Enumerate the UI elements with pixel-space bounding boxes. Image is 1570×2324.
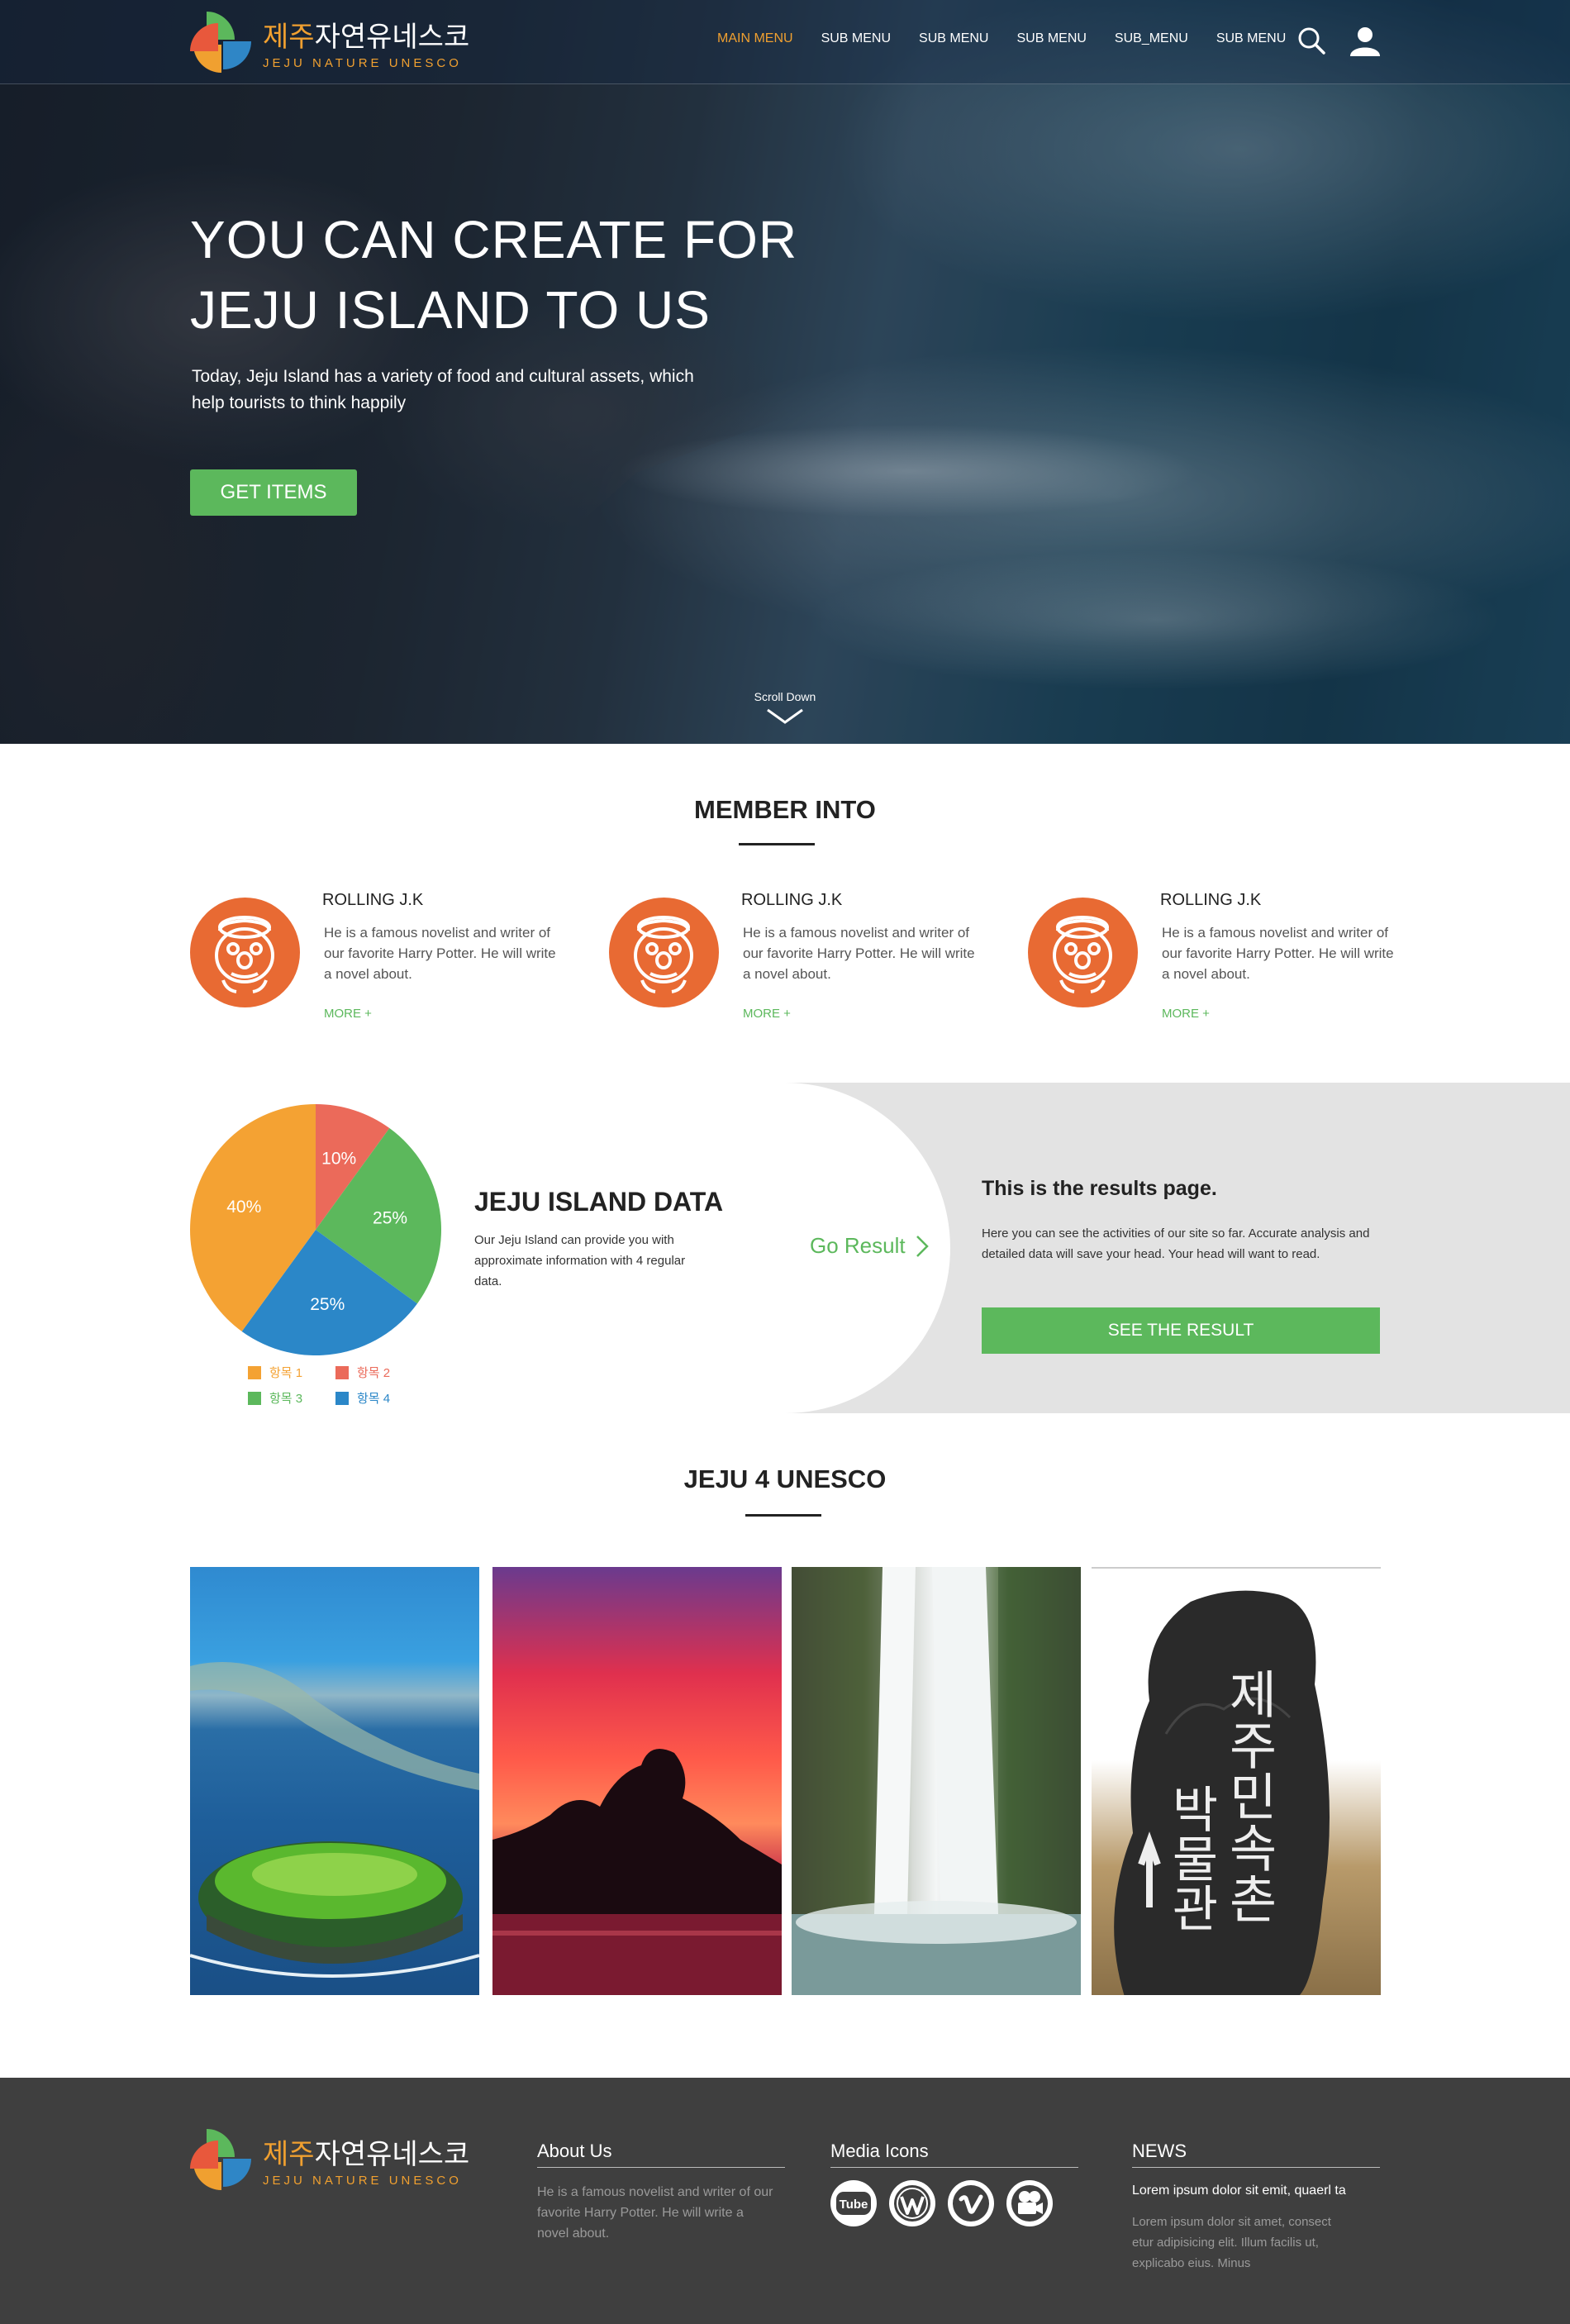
wordpress-icon[interactable]: [889, 2180, 935, 2226]
member-avatar: [609, 898, 719, 1007]
member-avatar: [1028, 898, 1138, 1007]
result-description: Here you can see the activities of our s…: [982, 1226, 1370, 1261]
scroll-down-label: Scroll Down: [754, 690, 816, 703]
legend-swatch: [335, 1391, 349, 1405]
footer-about-text: He is a famous novelist and writer of ou…: [537, 2185, 773, 2241]
member-description: He is a famous novelist and writer of ou…: [1162, 925, 1394, 982]
member-description: He is a famous novelist and writer of ou…: [324, 925, 556, 982]
nav-item-sub-menu-1[interactable]: SUB MENU: [821, 31, 891, 46]
nav-item-sub-menu-3[interactable]: SUB MENU: [1016, 31, 1086, 46]
chevron-right-icon: [916, 1235, 929, 1257]
data-description: Our Jeju Island can provide you with app…: [474, 1233, 686, 1288]
logo-pinwheel-icon: [190, 2129, 251, 2190]
legend-label: 항목 3: [269, 1392, 303, 1406]
stone-text-right: 제주민속촌: [1219, 1668, 1279, 1924]
member-description: He is a famous novelist and writer of ou…: [743, 925, 975, 982]
brand-name-ko: 제주자연유네스코: [263, 21, 470, 54]
gallery-image-folk-village-stone[interactable]: 제주민속촌 박물관: [1092, 1567, 1381, 1995]
member-name: ROLLING J.K: [1160, 891, 1262, 909]
scroll-down-indicator[interactable]: Scroll Down: [719, 690, 851, 725]
user-icon[interactable]: [1349, 25, 1382, 58]
member-name: ROLLING J.K: [322, 891, 424, 909]
members-section-title: MEMBER INTO: [694, 795, 876, 824]
media-icons: Tube: [830, 2180, 1053, 2226]
go-result-label: Go Result: [810, 1233, 906, 1258]
brand-logo[interactable]: 제주자연유네스코 JEJU NATURE UNESCO: [190, 12, 469, 73]
footer-brand-name-en: JEJU NATURE UNESCO: [263, 2174, 462, 2188]
member-avatar: [190, 898, 300, 1007]
member-card: ROLLING J.K He is a famous novelist and …: [1028, 891, 1408, 1023]
top-navbar: 제주자연유네스코 JEJU NATURE UNESCO MAIN MENU SU…: [0, 0, 1570, 84]
nav-item-sub-menu-4[interactable]: SUB_MENU: [1115, 31, 1188, 46]
legend-item-4: 항목 4: [335, 1389, 423, 1407]
unesco-section-title: JEJU 4 UNESCO: [683, 1464, 887, 1493]
pie-label-2: 10%: [321, 1149, 356, 1168]
gallery-image-sunset[interactable]: [492, 1567, 782, 1995]
logo-pinwheel-icon: [190, 12, 251, 73]
pie-label-4: 25%: [310, 1295, 345, 1314]
pie-label-1: 40%: [226, 1198, 261, 1217]
legend-label: 항목 2: [357, 1366, 391, 1380]
legend-item-2: 항목 2: [335, 1364, 423, 1381]
legend-item-3: 항목 3: [248, 1389, 335, 1407]
footer-news-title: NEWS: [1132, 2141, 1187, 2161]
result-title: This is the results page.: [982, 1177, 1217, 1200]
youtube-icon[interactable]: Tube: [830, 2180, 877, 2226]
get-items-button[interactable]: GET ITEMS: [190, 469, 357, 516]
legend-swatch: [248, 1391, 261, 1405]
member-card: ROLLING J.K He is a famous novelist and …: [190, 891, 570, 1023]
member-more-link[interactable]: MORE +: [1162, 1007, 1210, 1021]
pie-label-3: 25%: [373, 1209, 407, 1228]
member-card: ROLLING J.K He is a famous novelist and …: [609, 891, 989, 1023]
news-headline[interactable]: Lorem ipsum dolor sit emit, quaerl ta: [1132, 2184, 1346, 2198]
legend-item-1: 항목 1: [248, 1364, 335, 1381]
gallery-image-waterfall[interactable]: [792, 1567, 1081, 1995]
dol-hareubang-icon: [634, 916, 693, 993]
see-the-result-button[interactable]: SEE THE RESULT: [982, 1307, 1380, 1354]
youtube-icon-label: Tube: [840, 2198, 868, 2212]
gallery-image-seongsan[interactable]: [190, 1567, 479, 1995]
footer: [0, 2078, 1570, 2324]
news-text: Lorem ipsum dolor sit amet, consect etur…: [1132, 2215, 1331, 2270]
footer-brand-name-ko: 제주자연유네스코: [263, 2138, 470, 2171]
unesco-title-rule: [745, 1514, 821, 1517]
member-more-link[interactable]: MORE +: [324, 1007, 372, 1021]
footer-brand-logo[interactable]: 제주자연유네스코 JEJU NATURE UNESCO: [190, 2129, 469, 2190]
member-more-link[interactable]: MORE +: [743, 1007, 791, 1021]
footer-about-title: About Us: [537, 2141, 612, 2161]
hero-subtitle: Today, Jeju Island has a variety of food…: [192, 367, 694, 412]
hero-title: YOU CAN CREATE FOR JEJU ISLAND TO US: [190, 210, 798, 340]
dol-hareubang-icon: [215, 916, 274, 993]
go-result-link[interactable]: Go Result: [810, 1233, 929, 1259]
nav-item-main-menu[interactable]: MAIN MENU: [717, 31, 793, 46]
search-icon[interactable]: [1296, 25, 1329, 58]
legend-swatch: [335, 1365, 349, 1379]
nav-item-sub-menu-5[interactable]: SUB MENU: [1216, 31, 1286, 46]
data-title: JEJU ISLAND DATA: [474, 1187, 724, 1217]
brand-name-en: JEJU NATURE UNESCO: [263, 56, 462, 70]
stone-text-left: 박물관: [1162, 1783, 1220, 1932]
video-camera-icon[interactable]: [1006, 2180, 1053, 2226]
pie-chart: 10% 25% 25% 40%: [190, 1104, 441, 1355]
vimeo-icon[interactable]: [948, 2180, 994, 2226]
chart-legend: 항목 1 항목 2 항목 3 항목 4: [248, 1364, 430, 1407]
legend-swatch: [248, 1365, 261, 1379]
footer-media-title: Media Icons: [830, 2141, 929, 2161]
legend-label: 항목 1: [269, 1366, 303, 1380]
dol-hareubang-icon: [1053, 916, 1112, 993]
nav-item-sub-menu-2[interactable]: SUB MENU: [919, 31, 988, 46]
chevron-down-icon: [767, 708, 803, 724]
members-title-rule: [739, 843, 815, 845]
legend-label: 항목 4: [357, 1392, 391, 1406]
member-name: ROLLING J.K: [741, 891, 843, 909]
main-navigation: MAIN MENU SUB MENU SUB MENU SUB MENU SUB…: [717, 31, 1286, 46]
